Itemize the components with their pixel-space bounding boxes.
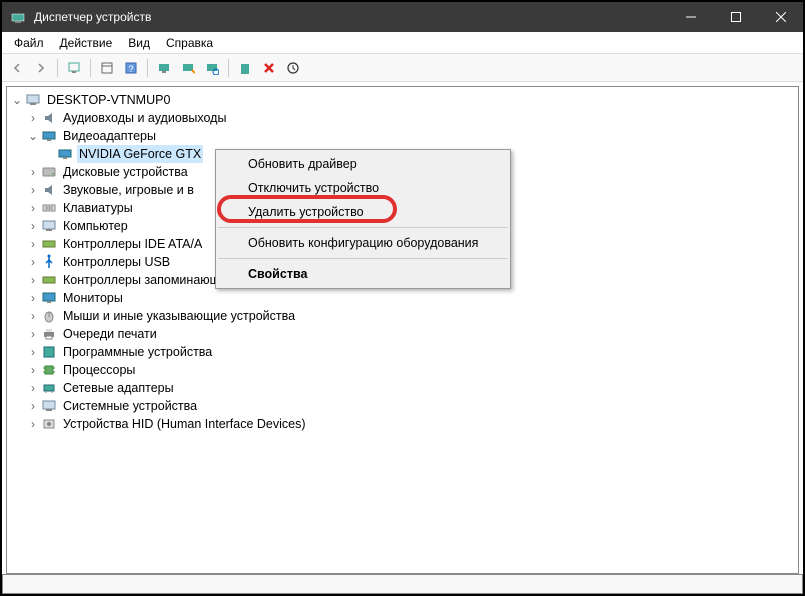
keyboard-icon [41,200,57,216]
display-adapter-icon [57,146,73,162]
expander-icon[interactable]: › [25,344,41,360]
titlebar: Диспетчер устройств [2,2,803,32]
delete-icon[interactable] [258,57,280,79]
print-icon [41,326,57,342]
menu-help[interactable]: Справка [158,34,221,52]
disable-button[interactable] [177,57,199,79]
root-node[interactable]: DESKTOP-VTNMUP0 [45,91,172,109]
menu-view[interactable]: Вид [120,34,158,52]
minimize-button[interactable] [668,2,713,32]
menu-action[interactable]: Действие [52,34,121,52]
tree-item[interactable]: Видеоадаптеры [61,127,158,145]
software-icon [41,344,57,360]
tree-view[interactable]: ⌄ DESKTOP-VTNMUP0 › Аудиовходы и аудиовыхо… [6,86,799,574]
computer-icon [25,92,41,108]
tree-item[interactable]: Клавиатуры [61,199,135,217]
menu-file[interactable]: Файл [6,34,52,52]
maximize-button[interactable] [713,2,758,32]
expander-icon[interactable]: ⌄ [9,92,25,108]
usb-icon [41,254,57,270]
ctx-scan-hardware[interactable]: Обновить конфигурацию оборудования [216,231,510,255]
expander-icon[interactable]: › [25,326,41,342]
statusbar [2,574,803,594]
app-icon [10,9,26,25]
expander-icon[interactable]: › [25,164,41,180]
tree-item[interactable]: Процессоры [61,361,137,379]
separator [218,258,508,259]
expander-icon[interactable]: › [25,200,41,216]
tree-item[interactable]: Устройства HID (Human Interface Devices) [61,415,308,433]
tree-item[interactable]: Дисковые устройства [61,163,190,181]
ctx-remove-device[interactable]: Удалить устройство [216,200,510,224]
hid-icon [41,416,57,432]
disk-icon [41,164,57,180]
ide-icon [41,236,57,252]
cpu-icon [41,362,57,378]
close-button[interactable] [758,2,803,32]
tree-item[interactable]: Контроллеры IDE ATA/A [61,235,204,253]
tree-item[interactable]: Сетевые адаптеры [61,379,176,397]
mouse-icon [41,308,57,324]
tree-item[interactable]: Контроллеры USB [61,253,172,271]
properties-button[interactable] [96,57,118,79]
expander-icon[interactable]: › [25,182,41,198]
sound-icon [41,182,57,198]
scope-button[interactable] [63,57,85,79]
tree-item[interactable]: Программные устройства [61,343,214,361]
expander-icon[interactable]: › [25,110,41,126]
scan-hardware-button[interactable] [201,57,223,79]
ctx-disable-device[interactable]: Отключить устройство [216,176,510,200]
monitor-icon [41,290,57,306]
help-button[interactable]: ? [120,57,142,79]
window-title: Диспетчер устройств [34,10,668,24]
storage-icon [41,272,57,288]
display-adapter-icon [41,128,57,144]
separator [218,227,508,228]
expander-icon[interactable]: › [25,236,41,252]
forward-button[interactable] [30,57,52,79]
expander-icon[interactable]: › [25,272,41,288]
system-icon [41,398,57,414]
context-menu: Обновить драйвер Отключить устройство Уд… [215,149,511,289]
expander-icon[interactable]: › [25,254,41,270]
tree-item[interactable]: Мониторы [61,289,125,307]
expander-icon[interactable]: › [25,398,41,414]
tree-item[interactable]: Очереди печати [61,325,159,343]
update-driver-button[interactable] [153,57,175,79]
tree-item[interactable]: Системные устройства [61,397,199,415]
audio-icon [41,110,57,126]
svg-text:?: ? [128,64,133,74]
tree-item[interactable]: Мыши и иные указывающие устройства [61,307,297,325]
computer-icon [41,218,57,234]
nvidia-device[interactable]: NVIDIA GeForce GTX [77,145,203,163]
expander-icon[interactable]: › [25,218,41,234]
tree-item[interactable]: Звуковые, игровые и в [61,181,196,199]
toolbar: ? [2,54,803,82]
refresh-button[interactable] [282,57,304,79]
expander-icon[interactable]: › [25,380,41,396]
expander-icon[interactable]: › [25,416,41,432]
ctx-update-driver[interactable]: Обновить драйвер [216,152,510,176]
expander-icon[interactable]: › [25,290,41,306]
expander-icon[interactable]: › [25,308,41,324]
expander-icon[interactable]: ⌄ [25,128,41,144]
tree-item[interactable]: Аудиовходы и аудиовыходы [61,109,228,127]
network-icon [41,380,57,396]
tree-item[interactable]: Компьютер [61,217,130,235]
menubar: Файл Действие Вид Справка [2,32,803,54]
ctx-properties[interactable]: Свойства [216,262,510,286]
uninstall-button[interactable] [234,57,256,79]
back-button[interactable] [6,57,28,79]
expander-icon[interactable]: › [25,362,41,378]
